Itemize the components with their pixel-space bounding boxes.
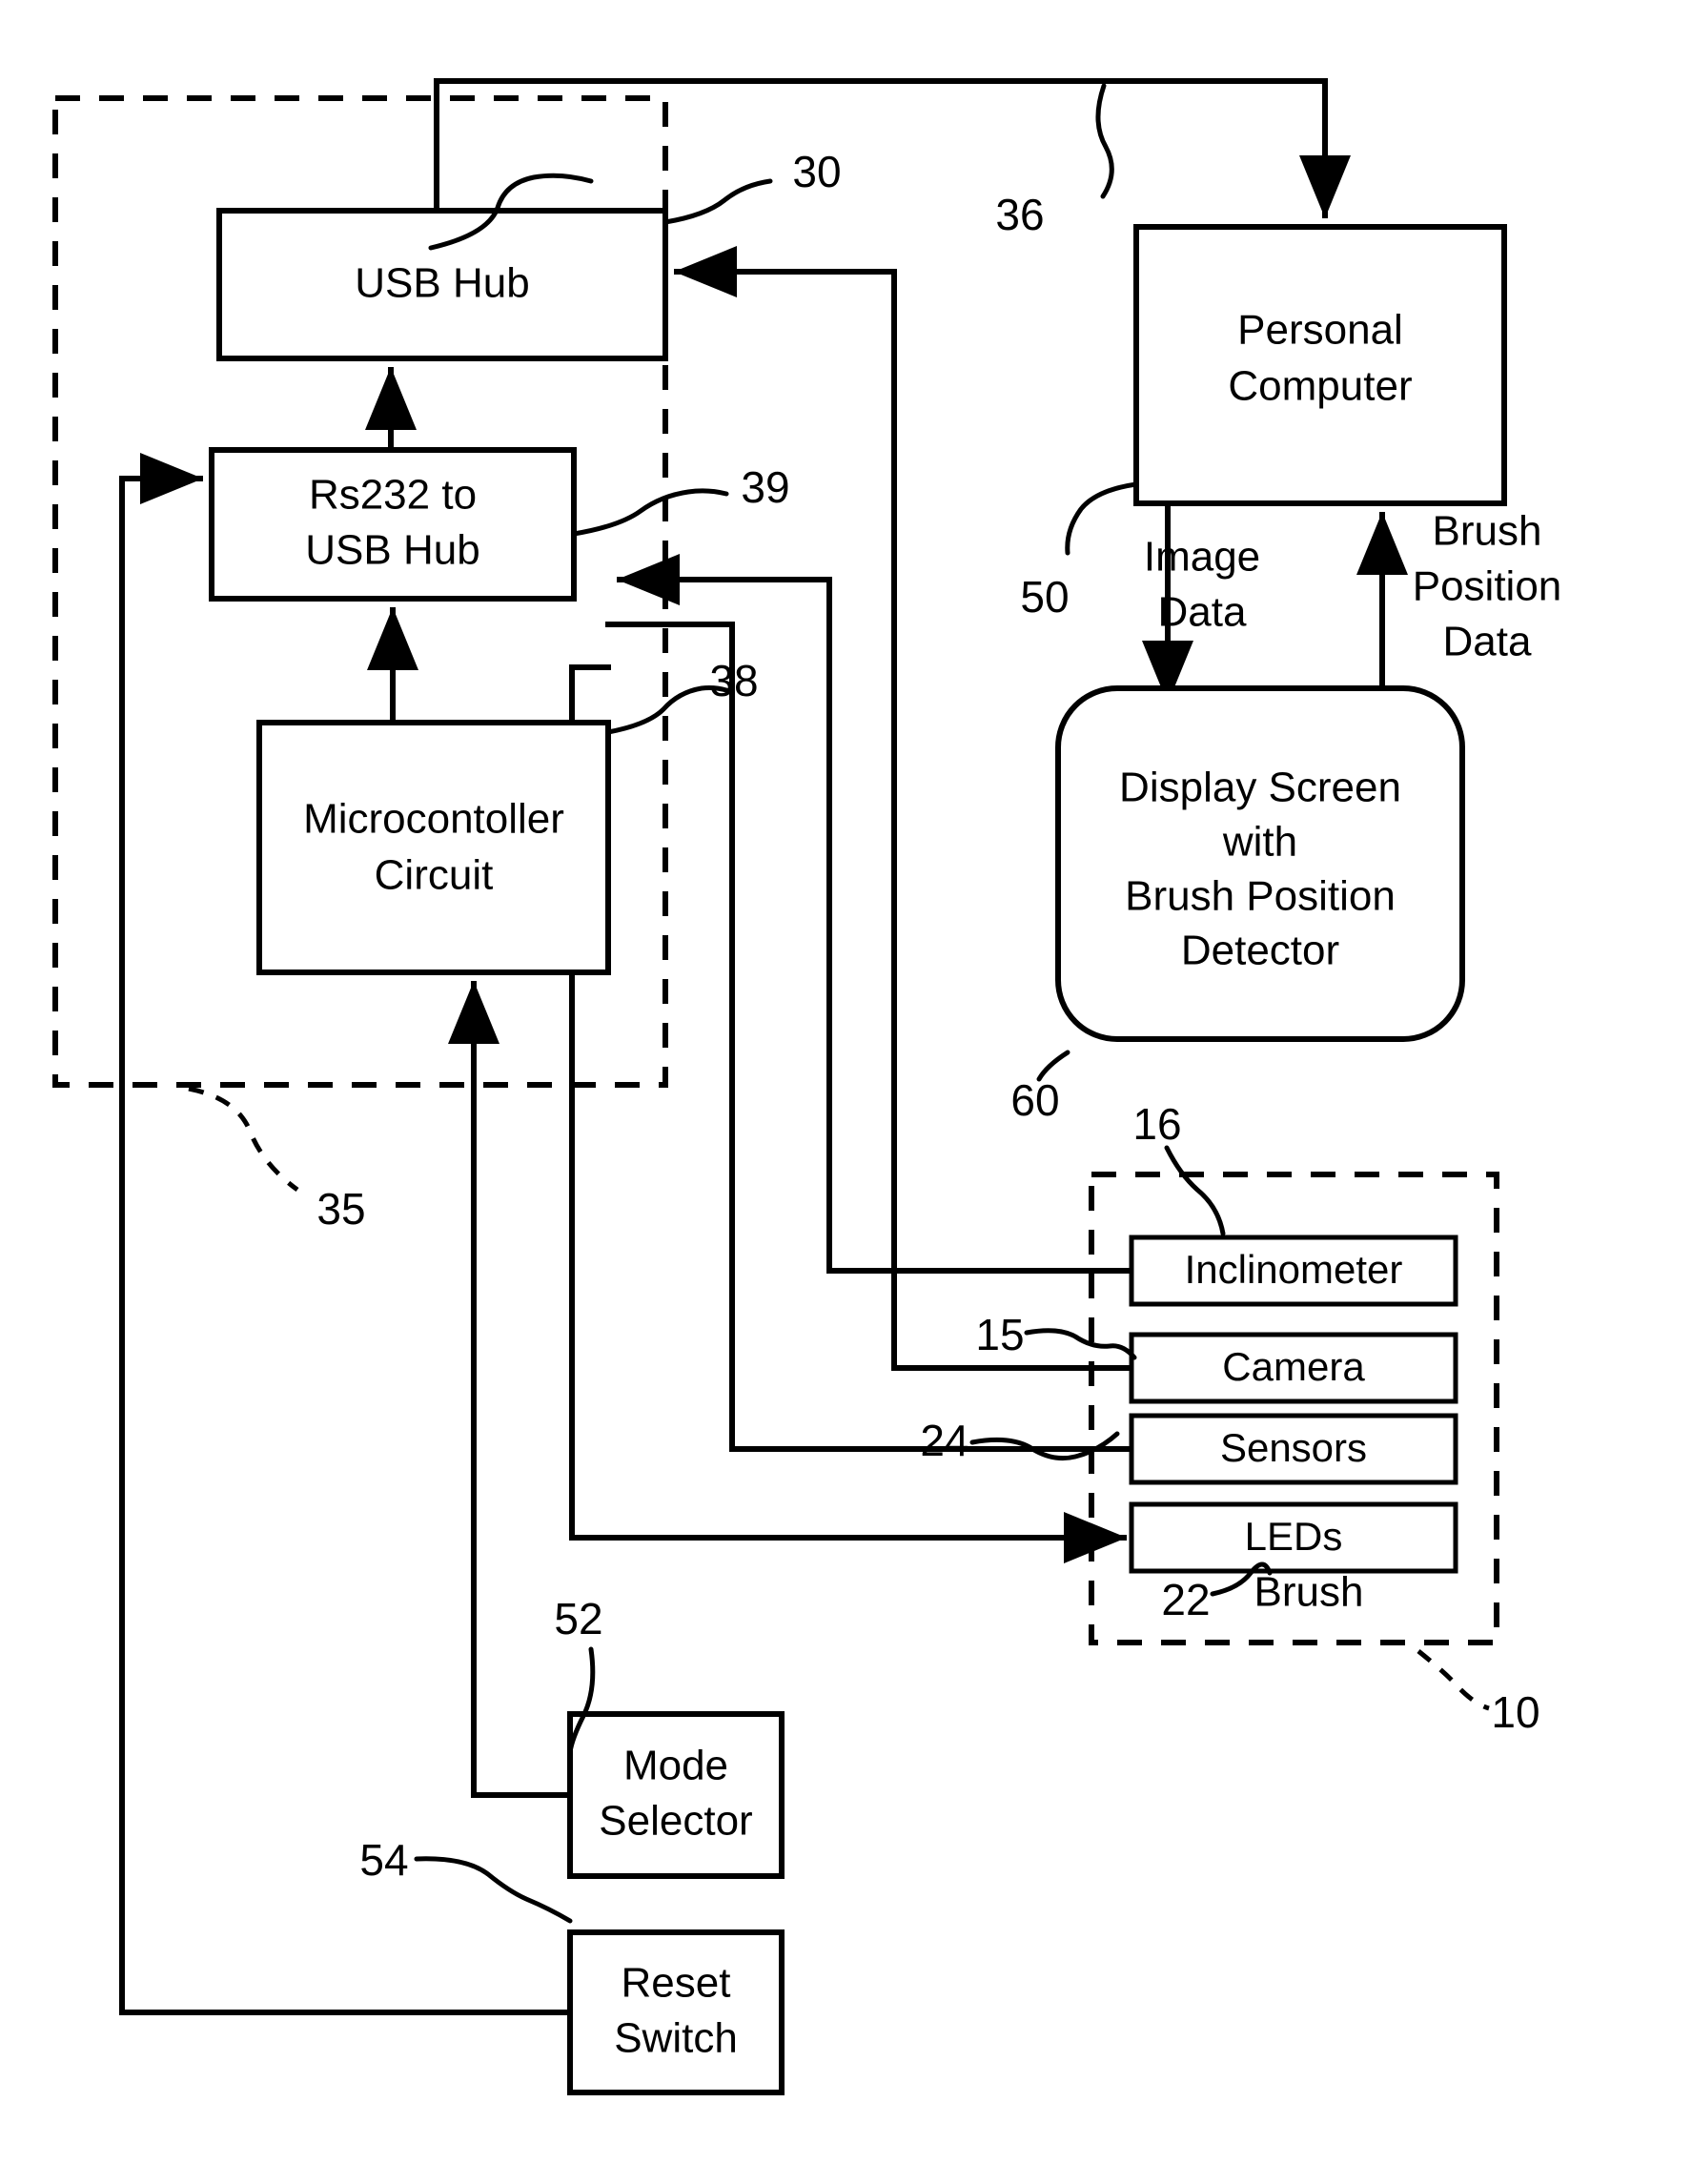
ref-numeral-36: 36 [995, 190, 1044, 239]
ref-numeral-60: 60 [1010, 1075, 1059, 1125]
ref-numeral-16: 16 [1132, 1099, 1181, 1149]
wire-usbhub-to-pc [434, 78, 1351, 218]
label-mode-selector-line1: Mode [623, 1743, 728, 1789]
leader-35 [188, 1086, 299, 1193]
ref-numeral-39: 39 [741, 462, 789, 512]
label-microcontroller-line1: Microcontoller [303, 796, 564, 843]
label-leds: LEDs [1245, 1514, 1343, 1559]
ref-numeral-10: 10 [1491, 1687, 1539, 1737]
leader-15 [1024, 1328, 1137, 1360]
label-mode-selector-line2: Selector [599, 1798, 752, 1845]
ref-numeral-22: 22 [1161, 1575, 1210, 1624]
label-brush-position-line3: Data [1443, 619, 1532, 665]
label-image-data-line2: Data [1158, 589, 1247, 636]
leader-16 [1164, 1145, 1226, 1236]
label-display-line2: with [1222, 819, 1297, 866]
leader-24 [969, 1431, 1120, 1461]
label-display-line4: Detector [1181, 928, 1339, 974]
ref-numeral-30: 30 [792, 147, 841, 196]
label-reset-switch-line1: Reset [622, 1960, 731, 2007]
label-personal-computer-line2: Computer [1228, 363, 1412, 410]
ref-numeral-35: 35 [316, 1184, 365, 1234]
leader-36 [1095, 83, 1114, 199]
label-brush-position-line1: Brush [1433, 508, 1542, 555]
block-reset-switch[interactable] [567, 1929, 785, 2095]
wire-inclinometer-to-micro [617, 554, 1134, 1274]
label-microcontroller-line2: Circuit [375, 852, 494, 899]
wire-modeselector-to-micro [448, 981, 573, 1798]
leader-30b [663, 178, 773, 225]
ref-numeral-54: 54 [359, 1835, 408, 1885]
label-image-data-line1: Image [1144, 534, 1260, 581]
wire-resetswitch-to-rs232 [119, 453, 573, 2015]
label-camera: Camera [1222, 1344, 1365, 1389]
label-reset-switch-line2: Switch [614, 2015, 738, 2062]
label-personal-computer-line1: Personal [1237, 307, 1403, 354]
block-mode-selector[interactable] [567, 1711, 785, 1879]
ref-numeral-52: 52 [554, 1594, 602, 1643]
label-usb-hub: USB Hub [355, 260, 529, 307]
figure-canvas: USB Hub Rs232 to USB Hub Microcontoller … [0, 0, 1692, 2184]
leader-10 [1417, 1649, 1490, 1711]
ref-numeral-15: 15 [975, 1310, 1024, 1359]
ref-numeral-50: 50 [1020, 572, 1069, 622]
label-brush-position-line2: Position [1413, 563, 1562, 610]
label-sensors: Sensors [1220, 1425, 1367, 1470]
leader-39 [571, 488, 729, 537]
label-rs232-line1: Rs232 to [309, 472, 477, 519]
label-rs232-line2: USB Hub [305, 527, 479, 574]
label-display-line1: Display Screen [1119, 765, 1401, 811]
label-brush-group: Brush [1254, 1569, 1364, 1616]
leader-54 [414, 1856, 573, 1924]
ref-numeral-24: 24 [920, 1416, 968, 1465]
wire-sensors-to-micro [605, 622, 1134, 1452]
label-inclinometer: Inclinometer [1185, 1247, 1403, 1292]
block-microcontroller-circuit[interactable] [256, 720, 611, 975]
leader-50 [1065, 481, 1139, 556]
block-diagram-svg: USB Hub Rs232 to USB Hub Microcontoller … [52, 78, 1562, 2095]
ref-numeral-38: 38 [709, 656, 758, 705]
label-display-line3: Brush Position [1125, 873, 1396, 920]
